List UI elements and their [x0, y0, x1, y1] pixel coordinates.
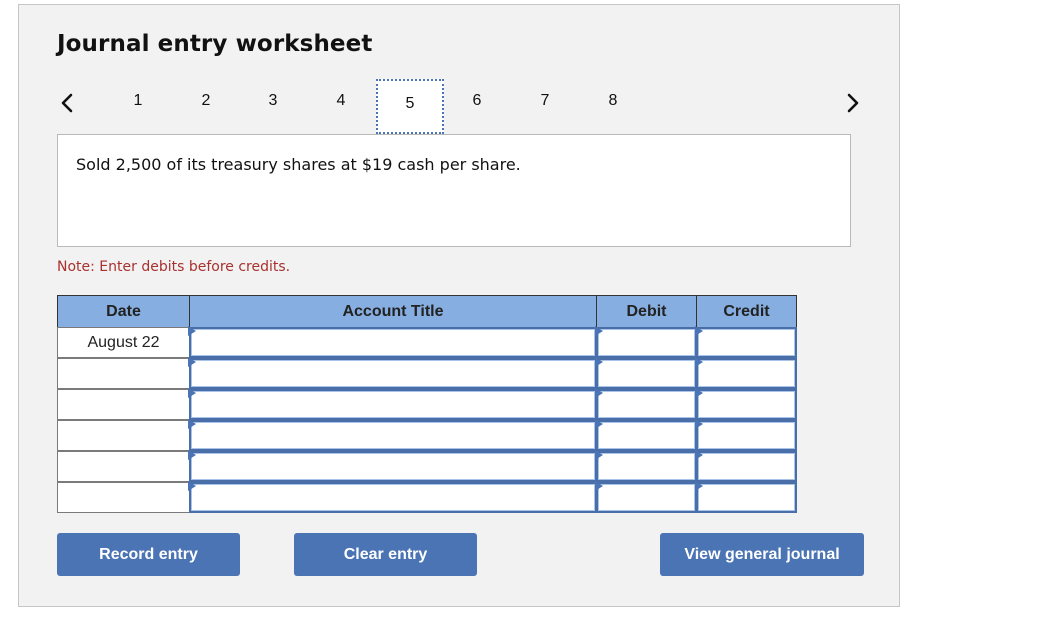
- debit-input[interactable]: [598, 453, 695, 480]
- credit-input[interactable]: [698, 453, 795, 480]
- credit-input-cell: [695, 388, 797, 420]
- worksheet-title: Journal entry worksheet: [57, 31, 373, 57]
- page-7[interactable]: 7: [525, 92, 565, 110]
- dropdown-marker-icon: [695, 357, 703, 367]
- account-title-input-cell: [188, 326, 597, 358]
- credit-input[interactable]: [698, 360, 795, 387]
- dropdown-marker-icon: [695, 388, 703, 398]
- dropdown-marker-icon: [695, 419, 703, 429]
- account-title-input-cell: [188, 481, 597, 513]
- view-general-journal-button[interactable]: View general journal: [660, 533, 864, 576]
- debit-input-cell: [595, 357, 697, 389]
- account-title-input-cell: [188, 388, 597, 420]
- date-cell: August 22: [57, 327, 190, 358]
- account-title-input[interactable]: [191, 422, 595, 449]
- dropdown-marker-icon: [695, 481, 703, 491]
- record-entry-button[interactable]: Record entry: [57, 533, 240, 576]
- dropdown-marker-icon: [595, 450, 603, 460]
- dropdown-marker-icon: [595, 481, 603, 491]
- date-cell: [57, 420, 190, 451]
- credit-input-cell: [695, 450, 797, 482]
- account-title-input-cell: [188, 357, 597, 389]
- account-title-input[interactable]: [191, 484, 595, 511]
- next-entry-button[interactable]: [843, 91, 863, 115]
- page-8[interactable]: 8: [593, 92, 633, 110]
- dropdown-marker-icon: [188, 326, 196, 336]
- date-cell: [57, 389, 190, 420]
- debit-input[interactable]: [598, 391, 695, 418]
- journal-entry-worksheet-panel: Journal entry worksheet 1 2 3 4 5 6 7 8 …: [18, 4, 900, 607]
- account-title-input-cell: [188, 419, 597, 451]
- dropdown-marker-icon: [188, 388, 196, 398]
- page-4[interactable]: 4: [321, 92, 361, 110]
- debit-input-cell: [595, 481, 697, 513]
- chevron-right-icon: [843, 91, 863, 115]
- credit-input-cell: [695, 357, 797, 389]
- page-1[interactable]: 1: [118, 92, 158, 110]
- debit-input[interactable]: [598, 484, 695, 511]
- dropdown-marker-icon: [188, 419, 196, 429]
- dropdown-marker-icon: [188, 481, 196, 491]
- dropdown-marker-icon: [595, 419, 603, 429]
- dropdown-marker-icon: [188, 357, 196, 367]
- account-title-input-cell: [188, 450, 597, 482]
- debit-input-cell: [595, 450, 697, 482]
- debits-before-credits-note: Note: Enter debits before credits.: [57, 259, 291, 275]
- page-5-current[interactable]: 5: [376, 79, 444, 134]
- column-header-account-title: Account Title: [189, 295, 597, 328]
- dropdown-marker-icon: [695, 326, 703, 336]
- credit-input-cell: [695, 326, 797, 358]
- dropdown-marker-icon: [595, 388, 603, 398]
- prev-entry-button[interactable]: [57, 91, 77, 115]
- date-cell: [57, 482, 190, 513]
- debit-input-cell: [595, 419, 697, 451]
- credit-input-cell: [695, 419, 797, 451]
- credit-input[interactable]: [698, 422, 795, 449]
- column-header-debit: Debit: [596, 295, 697, 328]
- credit-input[interactable]: [698, 329, 795, 356]
- page-6[interactable]: 6: [457, 92, 497, 110]
- account-title-input[interactable]: [191, 329, 595, 356]
- debit-input[interactable]: [598, 360, 695, 387]
- credit-input-cell: [695, 481, 797, 513]
- debit-input[interactable]: [598, 422, 695, 449]
- account-title-input[interactable]: [191, 360, 595, 387]
- dropdown-marker-icon: [595, 357, 603, 367]
- column-header-credit: Credit: [696, 295, 797, 328]
- page-2[interactable]: 2: [186, 92, 226, 110]
- credit-input[interactable]: [698, 391, 795, 418]
- debit-input-cell: [595, 388, 697, 420]
- entry-pager: 1 2 3 4 5 6 7 8: [19, 79, 901, 139]
- debit-input-cell: [595, 326, 697, 358]
- account-title-input[interactable]: [191, 453, 595, 480]
- date-cell: [57, 358, 190, 389]
- transaction-description-box: Sold 2,500 of its treasury shares at $19…: [57, 134, 851, 247]
- date-cell: [57, 451, 190, 482]
- account-title-input[interactable]: [191, 391, 595, 418]
- column-header-date: Date: [57, 295, 190, 328]
- dropdown-marker-icon: [695, 450, 703, 460]
- clear-entry-button[interactable]: Clear entry: [294, 533, 477, 576]
- chevron-left-icon: [57, 91, 77, 115]
- dropdown-marker-icon: [188, 450, 196, 460]
- transaction-description: Sold 2,500 of its treasury shares at $19…: [76, 155, 521, 174]
- credit-input[interactable]: [698, 484, 795, 511]
- dropdown-marker-icon: [595, 326, 603, 336]
- page-3[interactable]: 3: [253, 92, 293, 110]
- debit-input[interactable]: [598, 329, 695, 356]
